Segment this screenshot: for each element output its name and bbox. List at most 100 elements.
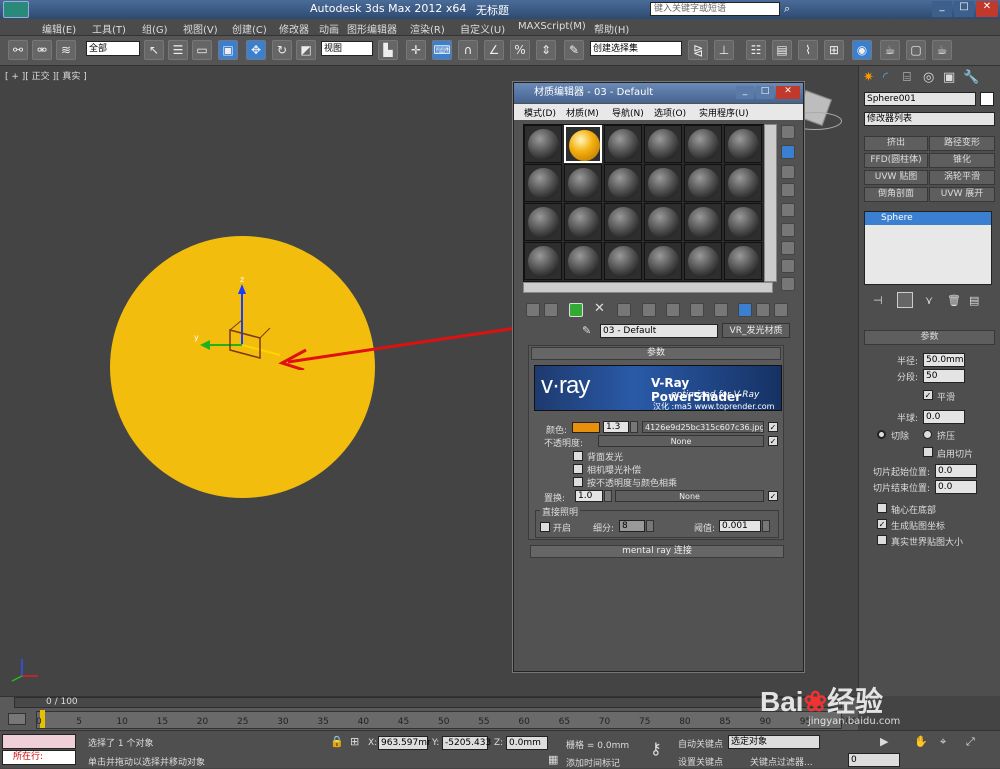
key-filters-button[interactable]: 关键点过滤器...	[750, 755, 813, 768]
unlink-icon[interactable]: ⚮	[32, 40, 52, 60]
snap-icon[interactable]: ∩	[458, 40, 478, 60]
selection-filter-dropdown[interactable]: 全部	[86, 41, 140, 56]
color-swatch[interactable]	[572, 422, 600, 433]
threshold-field[interactable]: 0.001	[719, 520, 761, 532]
configure-sets-icon[interactable]: ▤	[969, 294, 979, 307]
material-slot-14[interactable]	[564, 203, 602, 241]
backlight-icon[interactable]	[781, 145, 795, 159]
base-to-pivot-checkbox[interactable]	[877, 503, 887, 513]
menu-create[interactable]: 创建(C)	[232, 21, 267, 36]
material-slot-8[interactable]	[564, 164, 602, 202]
video-color-check-icon[interactable]	[781, 203, 795, 217]
spinner-snap-icon[interactable]: ⇕	[536, 40, 556, 60]
radius-field[interactable]: 50.0mm	[923, 353, 965, 367]
mw-menu-mode[interactable]: 模式(D)	[524, 106, 556, 119]
material-slot-7[interactable]	[524, 164, 562, 202]
modifier-stack[interactable]: Sphere	[864, 211, 992, 285]
object-name-field[interactable]: Sphere001	[864, 92, 976, 106]
material-slot-4[interactable]	[644, 125, 682, 163]
display-tab-icon[interactable]: ▣	[943, 70, 961, 88]
curve-editor-icon[interactable]: ⌇	[798, 40, 818, 60]
show-end-result-mat-icon[interactable]	[738, 303, 752, 317]
auto-key-button[interactable]: 自动关键点	[678, 737, 723, 750]
align-icon[interactable]: ⊥	[714, 40, 734, 60]
slice-from-field[interactable]: 0.0	[935, 464, 977, 478]
maximize-button[interactable]: □	[954, 1, 974, 17]
turbosmooth-button[interactable]: 涡轮平滑	[929, 170, 995, 185]
menu-graph-editors[interactable]: 图形编辑器	[347, 21, 397, 36]
named-selection-dropdown[interactable]: 创建选择集	[590, 41, 682, 56]
compensate-exposure-checkbox[interactable]	[573, 464, 583, 474]
mw-minimize-button[interactable]: _	[736, 86, 754, 99]
lock-selection-icon[interactable]: 🔒	[330, 735, 344, 748]
link-icon[interactable]: ⚯	[8, 40, 28, 60]
viewport-label[interactable]: [ + ][ 正交 ][ 真实 ]	[5, 69, 87, 82]
close-button[interactable]: ✕	[976, 1, 998, 17]
mental-ray-rollout[interactable]: mental ray 连接	[530, 545, 784, 558]
material-slot-3[interactable]	[604, 125, 642, 163]
background-icon[interactable]	[781, 165, 795, 179]
current-frame-field[interactable]: 0	[848, 753, 900, 767]
mini-curve-toggle-icon[interactable]	[8, 713, 26, 725]
layer-manager-icon[interactable]: ☷	[746, 40, 766, 60]
menu-rendering[interactable]: 渲染(R)	[410, 21, 445, 36]
material-slot-23[interactable]	[684, 242, 722, 280]
displace-map-button[interactable]: None	[615, 490, 764, 502]
percent-snap-icon[interactable]: %	[510, 40, 530, 60]
app-logo-icon[interactable]	[3, 1, 29, 18]
hemisphere-field[interactable]: 0.0	[923, 410, 965, 424]
mw-menu-options[interactable]: 选项(O)	[654, 106, 686, 119]
material-slot-17[interactable]	[684, 203, 722, 241]
stack-item-sphere[interactable]: Sphere	[865, 212, 991, 225]
mirror-icon[interactable]: ⧎	[688, 40, 708, 60]
mat-options-icon[interactable]	[781, 241, 795, 255]
material-slot-5[interactable]	[684, 125, 722, 163]
ffd-cylinder-button[interactable]: FFD(圆柱体)	[864, 153, 928, 168]
rect-select-icon[interactable]: ▭	[192, 40, 212, 60]
select-by-name-icon[interactable]: ☰	[168, 40, 188, 60]
hierarchy-tab-icon[interactable]: ⌸	[903, 70, 921, 88]
maxscript-listener[interactable]	[2, 734, 76, 749]
material-slot-9[interactable]	[604, 164, 642, 202]
sample-uv-tiling-icon[interactable]	[781, 183, 795, 197]
put-to-library-icon[interactable]	[666, 303, 680, 317]
scale-icon[interactable]: ◩	[296, 40, 316, 60]
window-crossing-icon[interactable]: ▣	[218, 40, 238, 60]
mw-menu-material[interactable]: 材质(M)	[566, 106, 599, 119]
modifier-list-dropdown[interactable]: 修改器列表	[864, 112, 995, 126]
make-unique-mat-icon[interactable]	[642, 303, 656, 317]
mw-menu-utilities[interactable]: 实用程序(U)	[699, 106, 749, 119]
create-tab-icon[interactable]: ✷	[863, 70, 881, 88]
add-time-tag[interactable]: 添加时间标记	[566, 756, 620, 769]
params-rollout-header[interactable]: 参数	[864, 330, 995, 345]
displace-value-field[interactable]: 1.0	[575, 490, 603, 502]
set-key-button[interactable]: 设置关键点	[678, 755, 723, 768]
material-slot-19[interactable]	[524, 242, 562, 280]
material-slot-18[interactable]	[724, 203, 762, 241]
object-color-swatch[interactable]	[980, 92, 994, 106]
render-setup-icon[interactable]: ☕	[880, 40, 900, 60]
utilities-tab-icon[interactable]: 🔧	[963, 70, 981, 88]
search-icon[interactable]: ⌕	[784, 2, 790, 16]
sample-type-icon[interactable]	[781, 125, 795, 139]
current-line-field[interactable]: 所在行:	[2, 750, 76, 765]
color-map-button[interactable]: 4126e9d25bc315c607c36.jpg)	[642, 421, 764, 433]
reset-map-icon[interactable]: ✕	[594, 301, 605, 316]
color-map-checkbox[interactable]: ✓	[768, 422, 778, 432]
go-to-parent-icon[interactable]	[756, 303, 770, 317]
put-to-scene-icon[interactable]	[544, 303, 558, 317]
material-slot-2[interactable]	[564, 125, 602, 163]
keyboard-shortcut-icon[interactable]: ⌨	[432, 40, 452, 60]
opacity-map-button[interactable]: None	[598, 435, 764, 447]
select-by-material-icon[interactable]	[781, 259, 795, 273]
move-icon[interactable]: ✥	[246, 40, 266, 60]
material-id-icon[interactable]	[690, 303, 704, 317]
select-object-icon[interactable]: ↖	[144, 40, 164, 60]
mw-maximize-button[interactable]: □	[756, 86, 774, 99]
rotate-icon[interactable]: ↻	[272, 40, 292, 60]
schematic-view-icon[interactable]: ⊞	[824, 40, 844, 60]
y-coord-field[interactable]: -5205.433	[442, 736, 491, 750]
segments-field[interactable]: 50	[923, 369, 965, 383]
material-slot-24[interactable]	[724, 242, 762, 280]
rendered-frame-icon[interactable]: ▢	[906, 40, 926, 60]
